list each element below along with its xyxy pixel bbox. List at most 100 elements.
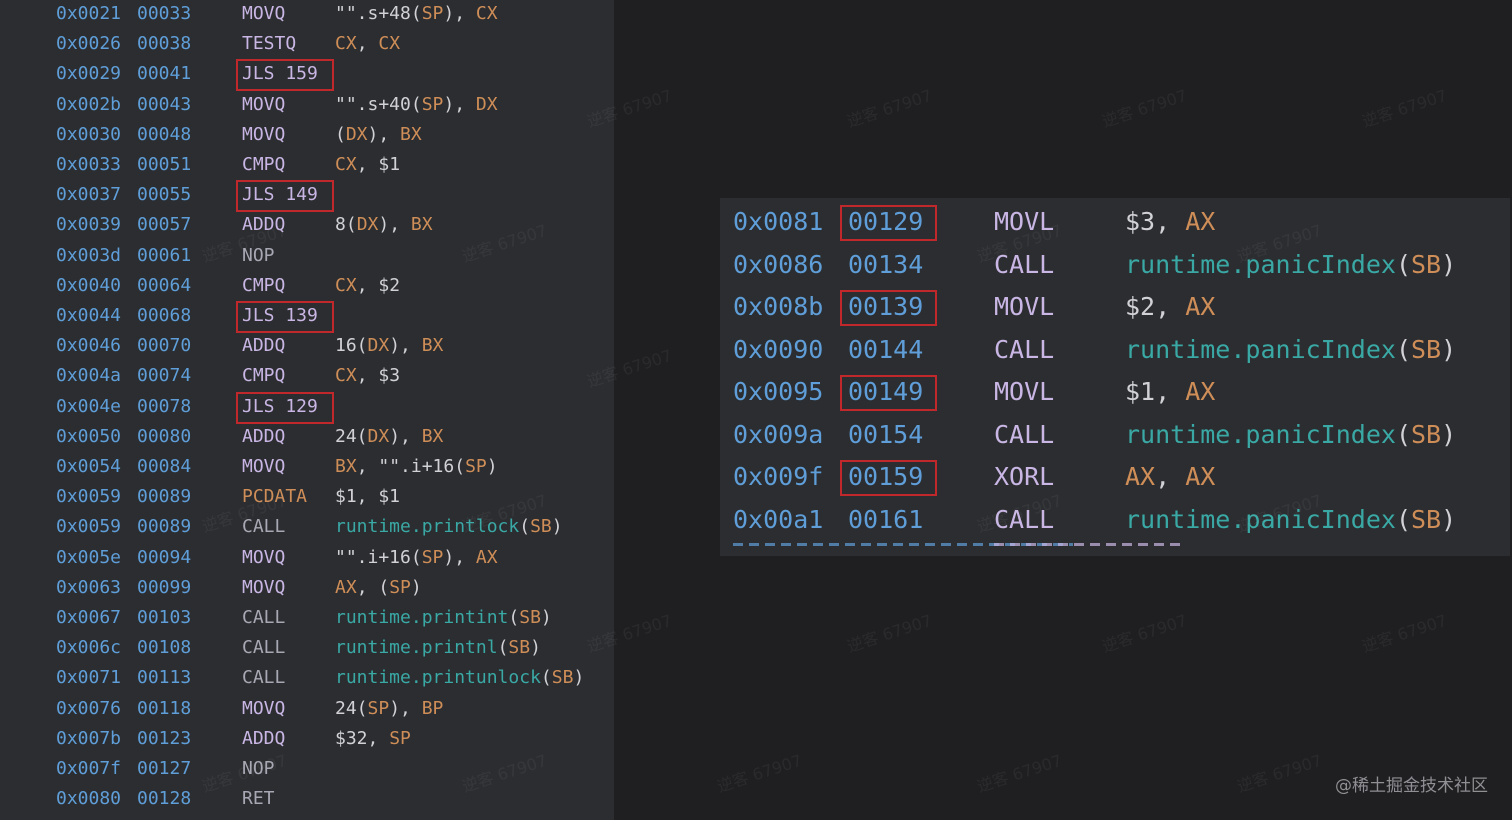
asm-line[interactable]: 0x0040 00064 CMPQ CX, $2 xyxy=(0,275,614,297)
offset-cell: 00048 xyxy=(137,123,192,145)
register-token: SP xyxy=(367,697,390,719)
offset-cell: 00051 xyxy=(137,154,192,175)
operand-text: , $3 xyxy=(356,365,401,387)
register-token: CX xyxy=(335,33,357,55)
address-cell: 0x0040 xyxy=(56,274,122,296)
operand-text: , xyxy=(356,33,379,55)
asm-line[interactable]: 0x0081 00129 MOVL $3, AX xyxy=(720,207,1510,237)
operand-text: ), xyxy=(378,214,411,236)
asm-line[interactable]: 0x007b 00123 ADDQ $32, SP xyxy=(0,728,614,750)
asm-line[interactable]: 0x0076 00118 MOVQ 24(SP), BP xyxy=(0,698,614,720)
asm-line[interactable]: 0x0071 00113 CALL runtime.printunlock(SB) xyxy=(0,667,614,689)
mnemonic-cell: MOVQ xyxy=(242,123,286,145)
mnemonic-cell: MOVQ xyxy=(242,456,286,477)
asm-line[interactable]: 0x0080 00128 RET xyxy=(0,788,614,810)
asm-line[interactable]: 0x00a1 00161 CALL runtime.panicIndex(SB) xyxy=(720,505,1510,535)
offset-cell: 00108 xyxy=(137,637,192,659)
operand-text: ) xyxy=(410,576,422,598)
asm-line[interactable]: 0x0059 00089 CALL runtime.printlock(SB) xyxy=(0,516,614,538)
operand-text: , "".i+16( xyxy=(356,456,466,477)
operand-text: ( xyxy=(1395,419,1411,449)
asm-line[interactable]: 0x004a 00074 CMPQ CX, $3 xyxy=(0,365,614,387)
asm-line[interactable]: 0x006c 00108 CALL runtime.printnl(SB) xyxy=(0,637,614,659)
offset-cell: 00089 xyxy=(137,516,192,538)
register-token: CX xyxy=(335,365,357,387)
asm-line[interactable]: 0x0086 00134 CALL runtime.panicIndex(SB) xyxy=(720,250,1510,280)
offset-cell: 00118 xyxy=(137,697,192,719)
asm-line[interactable]: 0x009a 00154 CALL runtime.panicIndex(SB) xyxy=(720,420,1510,450)
operands-cell: (DX), BX xyxy=(335,124,422,146)
mnemonic-cell: CMPQ xyxy=(242,154,286,175)
operands-cell: AX, AX xyxy=(1125,462,1215,492)
watermark-tile: 逆客 67907 xyxy=(1099,610,1190,657)
offset-cell: 00078 xyxy=(137,395,192,417)
operands-cell: runtime.panicIndex(SB) xyxy=(1125,335,1456,365)
mnemonic-cell: CMPQ xyxy=(242,274,286,296)
asm-line[interactable]: 0x0095 00149 MOVL $1, AX xyxy=(720,377,1510,407)
offset-cell: 00080 xyxy=(137,425,192,447)
asm-line[interactable]: 0x0033 00051 CMPQ CX, $1 xyxy=(0,154,614,176)
address-cell: 0x0046 xyxy=(56,335,122,357)
operand-text: ( xyxy=(1395,504,1411,534)
asm-line[interactable]: 0x0026 00038 TESTQ CX, CX xyxy=(0,33,614,55)
mnemonic-cell: RET xyxy=(242,788,275,810)
address-cell: 0x005e xyxy=(56,546,122,568)
address-cell: 0x0086 xyxy=(733,249,824,279)
address-cell: 0x0059 xyxy=(56,516,122,538)
register-token: SB xyxy=(519,607,541,628)
site-watermark-label: @稀土掘金技术社区 xyxy=(1335,776,1488,796)
operand-text: 24( xyxy=(335,697,368,719)
register-token: AX xyxy=(1185,292,1216,321)
asm-line-partial xyxy=(720,543,1510,555)
asm-line[interactable]: 0x005e 00094 MOVQ "".i+16(SP), AX xyxy=(0,547,614,569)
operands-cell: $1, AX xyxy=(1125,377,1215,407)
asm-line[interactable]: 0x0090 00144 CALL runtime.panicIndex(SB) xyxy=(720,335,1510,365)
register-token: SB xyxy=(1411,249,1442,279)
asm-line[interactable]: 0x0046 00070 ADDQ 16(DX), BX xyxy=(0,335,614,357)
asm-line[interactable]: 0x0063 00099 MOVQ AX, (SP) xyxy=(0,577,614,599)
operand-text: ) xyxy=(551,516,563,538)
register-token: SB xyxy=(551,667,574,689)
asm-line[interactable]: 0x0067 00103 CALL runtime.printint(SB) xyxy=(0,607,614,629)
watermark-tile: 逆客 67907 xyxy=(1099,85,1190,132)
asm-line[interactable]: 0x002b 00043 MOVQ "".s+40(SP), DX xyxy=(0,94,614,116)
operand-text: ( xyxy=(519,516,531,538)
register-token: SP xyxy=(465,456,487,477)
register-token: SP xyxy=(421,3,444,24)
register-token: SB xyxy=(530,516,552,538)
asm-line[interactable]: 0x0021 00033 MOVQ "".s+48(SP), CX xyxy=(0,3,614,25)
asm-line[interactable]: 0x009f 00159 XORL AX, AX xyxy=(720,462,1510,492)
operands-cell: "".s+40(SP), DX xyxy=(335,94,498,116)
mnemonic-cell: ADDQ xyxy=(242,425,286,447)
partial-line-fragment xyxy=(994,543,1184,546)
mnemonic-cell: MOVQ xyxy=(242,546,286,568)
register-token: SB xyxy=(1411,334,1442,364)
mnemonic-cell: CALL xyxy=(242,607,286,628)
asm-line[interactable]: 0x008b 00139 MOVL $2, AX xyxy=(720,292,1510,322)
watermark-tile: 逆客 67907 xyxy=(1234,750,1325,797)
offset-cell: 00070 xyxy=(137,335,192,357)
offset-cell: 00033 xyxy=(137,3,192,24)
operands-cell: 24(SP), BP xyxy=(335,698,443,720)
operand-text: ), xyxy=(389,425,422,447)
asm-line[interactable]: 0x0030 00048 MOVQ (DX), BX xyxy=(0,124,614,146)
operand-text: $1, xyxy=(1125,377,1186,406)
register-token: SP xyxy=(389,576,411,598)
operand-text: "".i+16( xyxy=(335,546,422,568)
asm-line[interactable]: 0x0054 00084 MOVQ BX, "".i+16(SP) xyxy=(0,456,614,478)
register-token: BP xyxy=(421,697,444,719)
mnemonic-cell: CMPQ xyxy=(242,365,286,387)
operand-text: ( xyxy=(1395,334,1411,364)
register-token: SB xyxy=(1411,504,1442,534)
operands-cell: $3, AX xyxy=(1125,207,1215,237)
offset-cell: 00113 xyxy=(137,667,192,689)
address-cell: 0x0029 xyxy=(56,63,122,85)
address-cell: 0x0044 xyxy=(56,305,122,326)
operand-text: 8( xyxy=(335,214,357,236)
register-token: DX xyxy=(345,123,368,145)
register-token: DX xyxy=(367,335,390,357)
offset-cell: 00094 xyxy=(137,546,192,568)
asm-line[interactable]: 0x0050 00080 ADDQ 24(DX), BX xyxy=(0,426,614,448)
mnemonic-cell: MOVQ xyxy=(242,697,286,719)
operand-text: ), xyxy=(443,3,476,24)
